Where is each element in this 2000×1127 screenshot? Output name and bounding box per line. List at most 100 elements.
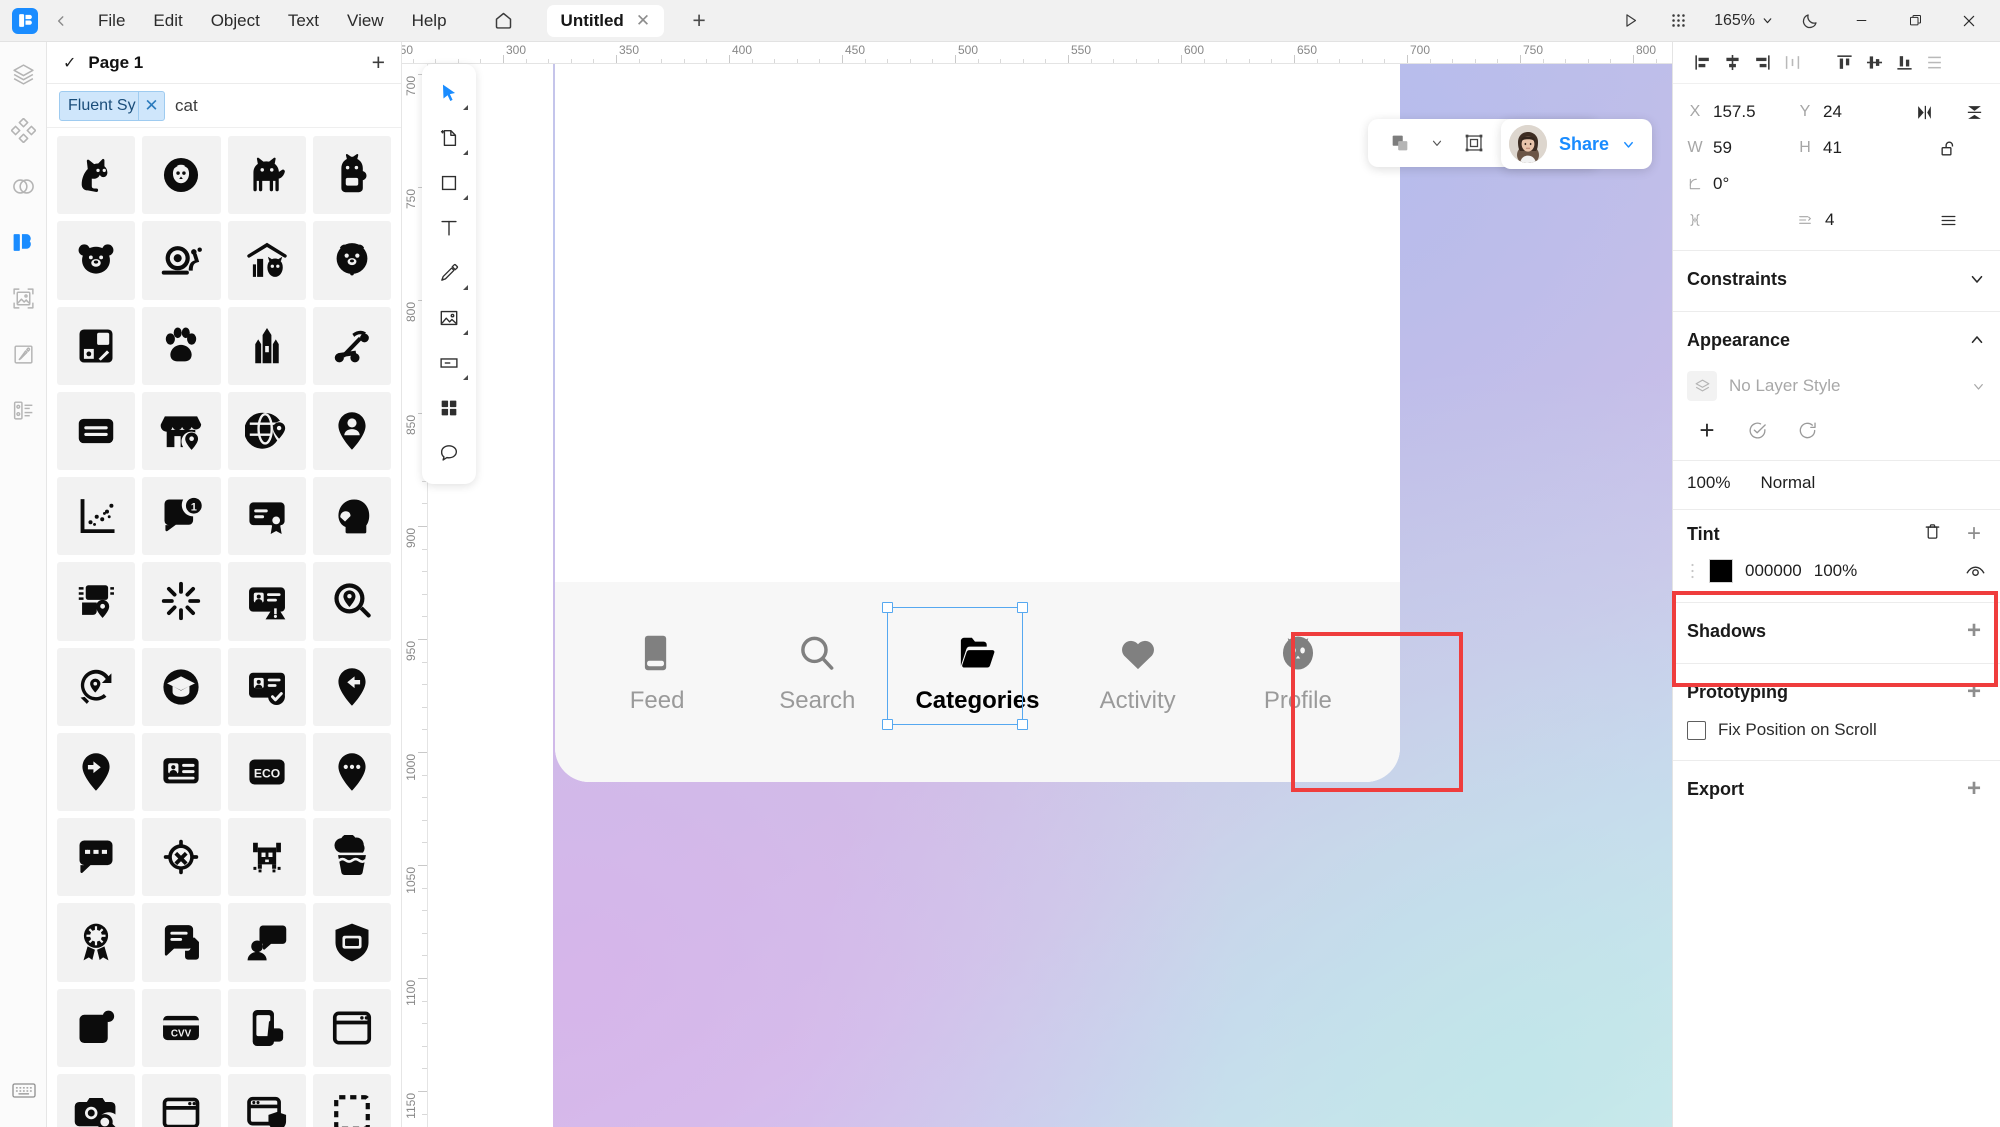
vectors-pen-icon[interactable] [5,336,41,372]
icon-result-location-person[interactable] [312,391,391,470]
fix-position-checkbox[interactable] [1687,720,1706,740]
rotation-value[interactable]: 0° [1713,174,1729,194]
tab-profile[interactable]: Profile [1230,625,1366,713]
icon-result-scatter-plot[interactable] [57,477,136,556]
minimize-icon[interactable] [1836,0,1886,42]
icon-result-paw-print[interactable] [142,306,221,385]
tool-menu-indicator[interactable] [463,105,468,110]
icon-result-head-profile[interactable] [312,477,391,556]
artboard-tool[interactable] [427,117,471,159]
layer-style-selector[interactable]: No Layer Style [1673,368,2000,408]
tool-menu-indicator[interactable] [463,150,468,155]
moon-icon[interactable] [1788,4,1832,38]
keyboard-icon[interactable] [8,1077,40,1103]
tab-activity[interactable]: Activity [1070,625,1206,713]
tool-menu-indicator[interactable] [463,330,468,335]
icon-result-dashed-square[interactable] [312,1073,391,1127]
add-export-button[interactable]: + [1962,777,1986,801]
comment-tool[interactable] [427,432,471,474]
icon-result-location-chat[interactable] [312,732,391,811]
menu-file[interactable]: File [84,6,139,36]
align-middle-vertical-icon[interactable] [1859,48,1889,78]
add-prototype-button[interactable]: + [1962,680,1986,704]
icon-result-dog-face[interactable] [312,221,391,300]
align-center-horizontal-icon[interactable] [1717,48,1747,78]
icon-result-chat-password[interactable] [57,818,136,897]
icon-result-browser-shield[interactable] [227,1073,306,1127]
mobile-artboard[interactable]: Feed Search Categories Activity Profile [555,42,1400,782]
icon-result-id-verified[interactable] [227,647,306,726]
icon-result-loading-spinner[interactable] [142,562,221,641]
add-tint-button[interactable]: + [1962,522,1986,546]
fix-position-row[interactable]: Fix Position on Scroll [1673,720,2000,756]
search-input[interactable]: cat [175,96,387,116]
chevron-up-icon[interactable] [1968,331,1986,349]
icon-result-person-chat[interactable] [227,903,306,982]
reset-circle-icon[interactable] [1795,418,1819,442]
icon-result-browser-window[interactable] [312,988,391,1067]
chevron-down-icon[interactable] [1621,137,1636,152]
icon-result-location-forward[interactable] [57,732,136,811]
h-value[interactable]: 41 [1823,138,1842,158]
align-left-icon[interactable] [1687,48,1717,78]
distribute-vertical-icon[interactable] [1919,48,1949,78]
close-tab-icon[interactable]: ✕ [636,12,650,29]
flip-vertical-icon[interactable] [1962,100,1986,124]
rectangle-tool[interactable] [427,162,471,204]
group-selection-icon[interactable] [1454,124,1494,162]
icon-result-card-lines[interactable] [57,391,136,470]
align-bottom-icon[interactable] [1889,48,1919,78]
drag-dots-icon[interactable] [1687,562,1697,580]
export-section-header[interactable]: Export + [1673,761,2000,817]
icon-result-bear-face[interactable] [57,221,136,300]
menu-text[interactable]: Text [274,6,333,36]
new-tab-button[interactable]: + [686,9,712,32]
distribute-horizontal-icon[interactable] [1777,48,1807,78]
icon-result-location-history[interactable] [57,647,136,726]
selection-handle[interactable] [1017,602,1029,613]
icon-result-search-location[interactable] [312,562,391,641]
w-value[interactable]: 59 [1713,138,1732,158]
icon-result-data-location[interactable] [57,562,136,641]
icon-result-cat-shelter[interactable] [227,221,306,300]
check-icon[interactable]: ✓ [63,53,76,73]
components-icon[interactable] [5,112,41,148]
y-value[interactable]: 24 [1823,102,1842,122]
horizontal-spacing-icon[interactable] [1687,211,1703,229]
icon-result-location-back[interactable] [312,647,391,726]
chevron-down-icon[interactable] [1426,136,1448,150]
icon-result-catalog-square[interactable] [57,306,136,385]
tool-menu-indicator[interactable] [463,285,468,290]
icon-result-cupcake[interactable] [312,818,391,897]
appearance-section-header[interactable]: Appearance [1673,312,2000,368]
page-name[interactable]: Page 1 [88,53,143,73]
pen-tool[interactable] [427,252,471,294]
align-top-icon[interactable] [1829,48,1859,78]
tab-categories[interactable]: Categories [882,602,1045,730]
blend-mode-value[interactable]: Normal [1760,473,1815,493]
eye-icon[interactable] [1965,561,1986,582]
icon-result-eco-label[interactable]: ECO [227,732,306,811]
icon-result-globe-location[interactable] [227,391,306,470]
icon-result-snail[interactable] [142,221,221,300]
icon-result-maneki-neko[interactable] [312,136,391,215]
app-logo-icon[interactable] [12,7,38,34]
filter-chip-iconset[interactable]: Fluent Sy ✕ [59,90,165,121]
icon-result-target-cancel[interactable] [142,818,221,897]
icon-result-certificate[interactable] [227,477,306,556]
selection-handle[interactable] [882,602,894,613]
menu-help[interactable]: Help [398,6,461,36]
icon-result-camera-search[interactable] [57,1073,136,1127]
add-shadow-button[interactable]: + [1962,619,1986,643]
document-tab[interactable]: Untitled ✕ [546,4,665,37]
restore-icon[interactable] [1890,0,1940,42]
tool-menu-indicator[interactable] [463,195,468,200]
chevron-down-icon[interactable] [1971,379,1986,394]
image-tool[interactable] [427,297,471,339]
prototyping-section-header[interactable]: Prototyping + [1673,664,2000,720]
close-window-icon[interactable] [1944,0,1994,42]
data-list-icon[interactable] [5,392,41,428]
icon-result-storefront-location[interactable] [142,391,221,470]
tint-hex-value[interactable]: 000000 [1745,561,1802,581]
input-tool[interactable] [427,342,471,384]
